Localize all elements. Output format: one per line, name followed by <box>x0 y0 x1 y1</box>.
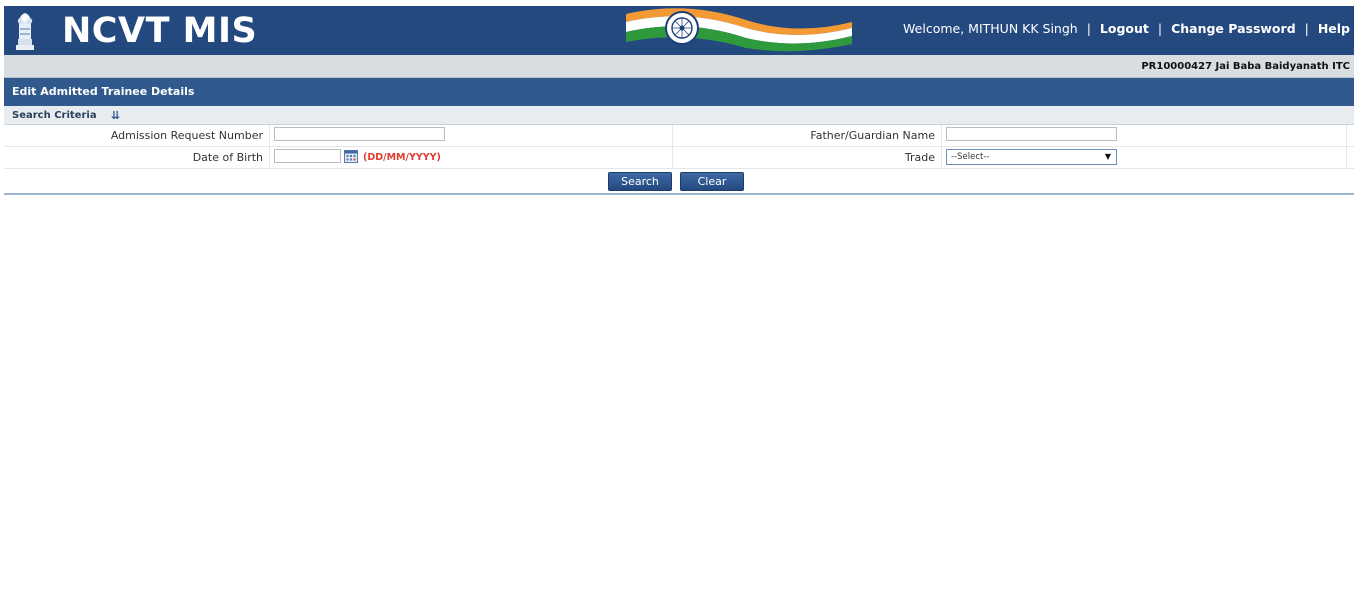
father-guardian-name-cell <box>942 125 1347 146</box>
change-password-link[interactable]: Change Password <box>1171 21 1296 36</box>
tricolor-flag-icon <box>626 8 852 52</box>
welcome-text: Welcome, MITHUN KK Singh <box>903 21 1078 36</box>
button-row: Search Clear <box>4 169 1354 193</box>
page-container: NCVT MIS Welcome, MITHUN KK Singh | Logo… <box>4 6 1354 195</box>
help-link[interactable]: Help <box>1318 21 1350 36</box>
search-form: Admission Request Number Father/Guardian… <box>4 125 1354 195</box>
father-guardian-name-input[interactable] <box>946 127 1117 141</box>
calendar-icon[interactable] <box>344 150 358 163</box>
double-chevron-down-icon[interactable]: ⇊ <box>111 106 120 125</box>
nav-separator: | <box>1086 21 1091 36</box>
logout-link[interactable]: Logout <box>1100 21 1149 36</box>
app-brand-title: NCVT MIS <box>62 11 258 51</box>
admission-request-number-label: Admission Request Number <box>4 125 270 146</box>
date-of-birth-label: Date of Birth <box>4 147 270 168</box>
form-row: Admission Request Number Father/Guardian… <box>4 125 1354 147</box>
admission-request-number-input[interactable] <box>274 127 445 141</box>
date-format-hint: (DD/MM/YYYY) <box>363 152 441 163</box>
form-row: Date of Birth (DD/MM/YYYY) Trade --Selec… <box>4 147 1354 169</box>
trade-selected-value: --Select-- <box>951 152 990 162</box>
admission-request-number-cell <box>270 125 673 146</box>
dropdown-arrow-icon: ▼ <box>1104 152 1111 161</box>
search-button[interactable]: Search <box>608 172 672 191</box>
search-criteria-toggle[interactable]: Search Criteria ⇊ <box>4 106 1354 125</box>
clear-button[interactable]: Clear <box>680 172 744 191</box>
row-edge <box>1347 147 1354 168</box>
trade-cell: --Select-- ▼ <box>942 147 1347 168</box>
date-of-birth-cell: (DD/MM/YYYY) <box>270 147 673 168</box>
search-criteria-label: Search Criteria <box>12 110 97 121</box>
nav-separator: | <box>1157 21 1163 36</box>
nav-separator: | <box>1304 21 1309 36</box>
date-of-birth-input[interactable] <box>274 149 341 163</box>
father-guardian-name-label: Father/Guardian Name <box>673 125 942 146</box>
institute-info-bar: PR10000427 Jai Baba Baidyanath ITC <box>4 55 1354 78</box>
state-emblem-icon <box>16 13 34 50</box>
top-navigation: Welcome, MITHUN KK Singh | Logout | Chan… <box>903 21 1350 37</box>
row-edge <box>1347 125 1354 146</box>
page-title: Edit Admitted Trainee Details <box>4 78 1354 106</box>
app-header: NCVT MIS Welcome, MITHUN KK Singh | Logo… <box>4 6 1354 55</box>
trade-select[interactable]: --Select-- ▼ <box>946 149 1117 165</box>
trade-label: Trade <box>673 147 942 168</box>
